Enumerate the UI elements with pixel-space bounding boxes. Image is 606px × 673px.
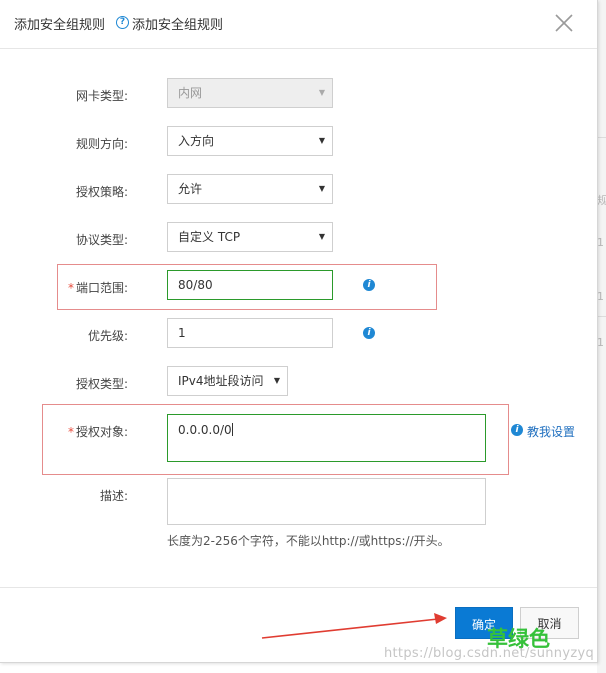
background-text: 1: [597, 236, 604, 249]
caret-down-icon: ▼: [273, 376, 280, 385]
required-mark: *: [67, 425, 74, 439]
protocol-label: 协议类型:: [75, 233, 128, 247]
info-icon[interactable]: i: [363, 327, 375, 339]
text-cursor: [231, 423, 233, 436]
description-textarea[interactable]: [167, 478, 486, 525]
nic-type-select: 内网 ▼: [167, 78, 333, 108]
background-text: 规: [597, 194, 606, 207]
auth-object-value: 0.0.0.0/0: [178, 423, 232, 437]
priority-label: 优先级:: [87, 329, 128, 343]
auth-type-value: IPv4地址段访问: [178, 374, 264, 388]
auth-type-select[interactable]: IPv4地址段访问 ▼: [167, 366, 288, 396]
policy-value: 允许: [178, 182, 203, 196]
auth-object-label-text: 授权对象:: [75, 425, 128, 439]
auth-object-label: * 授权对象:: [38, 423, 128, 440]
dialog-help-link[interactable]: 添加安全组规则: [132, 14, 223, 33]
footer-divider: [0, 587, 597, 588]
nic-type-label: 网卡类型:: [75, 89, 128, 103]
direction-value: 入方向: [178, 134, 215, 148]
caret-down-icon: ▼: [318, 232, 325, 241]
port-range-label: * 端口范围:: [38, 279, 128, 296]
protocol-select[interactable]: 自定义 TCP ▼: [167, 222, 333, 252]
direction-select[interactable]: 入方向 ▼: [167, 126, 333, 156]
auth-object-textarea[interactable]: 0.0.0.0/0: [167, 414, 486, 462]
add-security-group-rule-dialog: 添加安全组规则 ? 添加安全组规则 网卡类型: 内网 ▼ 规则方向: 入方向 ▼…: [0, 0, 598, 663]
policy-label: 授权策略:: [75, 185, 128, 199]
info-icon[interactable]: i: [363, 279, 375, 291]
close-icon[interactable]: [553, 12, 575, 34]
teach-me-link[interactable]: 教我设置: [527, 423, 575, 440]
page: 规 1 1 1 添加安全组规则 ? 添加安全组规则 网卡类型: 内网 ▼ 规则方…: [0, 0, 606, 673]
background-divider: [597, 137, 606, 138]
background-divider: [597, 316, 606, 317]
caret-down-icon: ▼: [318, 88, 325, 97]
question-circle-icon[interactable]: ?: [116, 16, 129, 29]
direction-label: 规则方向:: [75, 137, 128, 151]
required-mark: *: [67, 281, 74, 295]
port-range-value: 80/80: [178, 278, 213, 292]
info-icon: i: [511, 424, 523, 436]
port-range-label-text: 端口范围:: [75, 281, 128, 295]
description-label: 描述:: [99, 489, 128, 503]
description-hint: 长度为2-256个字符，不能以http://或https://开头。: [167, 534, 450, 548]
dialog-title: 添加安全组规则: [14, 18, 106, 33]
protocol-value: 自定义 TCP: [178, 230, 241, 244]
caret-down-icon: ▼: [318, 136, 325, 145]
watermark: https://blog.csdn.net/sunnyzyq: [384, 646, 595, 661]
auth-type-label: 授权类型:: [75, 377, 128, 391]
caret-down-icon: ▼: [318, 184, 325, 193]
priority-value: 1: [178, 326, 186, 340]
nic-type-value: 内网: [178, 86, 203, 100]
header-divider: [0, 48, 597, 49]
policy-select[interactable]: 允许 ▼: [167, 174, 333, 204]
port-range-input[interactable]: 80/80: [167, 270, 333, 300]
priority-input[interactable]: 1: [167, 318, 333, 348]
background-text: 1: [597, 290, 604, 303]
background-text: 1: [597, 336, 604, 349]
annotation-arrow: [261, 613, 447, 639]
